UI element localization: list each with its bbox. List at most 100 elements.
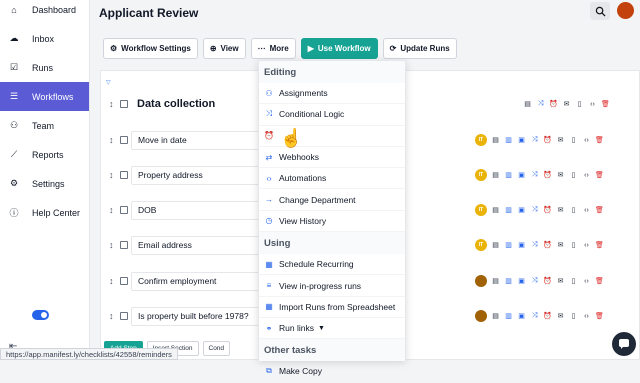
shuffle-icon[interactable]: ⤨ [536, 100, 545, 109]
trash-icon[interactable]: 🗑 [595, 277, 604, 286]
menu-item-schedule-recurring[interactable]: ▦ Schedule Recurring [259, 254, 405, 276]
alarm-icon[interactable]: ⏰ [543, 206, 552, 215]
sidebar-item-runs[interactable]: ☑ Runs [0, 53, 89, 82]
menu-item-webhooks[interactable]: ⇄ Webhooks [259, 147, 405, 169]
step-checkbox[interactable] [120, 206, 128, 214]
chart-icon[interactable]: ▥ [504, 206, 513, 215]
section-title[interactable]: Data collection [131, 95, 261, 114]
chart-icon[interactable]: ▥ [504, 171, 513, 180]
mail-icon[interactable]: ✉ [556, 136, 565, 145]
alarm-icon[interactable]: ⏰ [543, 277, 552, 286]
file-icon[interactable]: ▯ [569, 277, 578, 286]
menu-item-automations[interactable]: ‹› Automations [259, 168, 405, 190]
sidebar-item-inbox[interactable]: ☁ Inbox [0, 24, 89, 53]
assignee-avatar[interactable] [475, 310, 487, 322]
mail-icon[interactable]: ✉ [556, 241, 565, 250]
trash-icon[interactable]: 🗑 [595, 241, 604, 250]
sidebar-item-reports[interactable]: ⟋ Reports [0, 140, 89, 169]
shuffle-icon[interactable]: ⤨ [530, 171, 539, 180]
search-button[interactable] [590, 2, 610, 20]
code-icon[interactable]: ‹› [582, 241, 591, 250]
mail-icon[interactable]: ✉ [556, 171, 565, 180]
update-runs-button[interactable]: ⟳ Update Runs [382, 38, 457, 59]
chart-icon[interactable]: ▥ [504, 312, 513, 321]
image-icon[interactable]: ▣ [517, 241, 526, 250]
document-icon[interactable]: ▤ [491, 136, 500, 145]
trash-icon[interactable]: 🗑 [601, 100, 610, 109]
document-icon[interactable]: ▤ [491, 171, 500, 180]
mail-icon[interactable]: ✉ [556, 277, 565, 286]
mail-icon[interactable]: ✉ [556, 312, 565, 321]
trash-icon[interactable]: 🗑 [595, 206, 604, 215]
image-icon[interactable]: ▣ [517, 277, 526, 286]
mail-icon[interactable]: ✉ [562, 100, 571, 109]
file-icon[interactable]: ▯ [569, 241, 578, 250]
file-icon[interactable]: ▯ [569, 136, 578, 145]
code-icon[interactable]: ‹› [582, 312, 591, 321]
alarm-icon[interactable]: ⏰ [549, 100, 558, 109]
file-icon[interactable]: ▯ [569, 206, 578, 215]
trash-icon[interactable]: 🗑 [595, 312, 604, 321]
step-checkbox[interactable] [120, 171, 128, 179]
step-title[interactable]: Confirm employment [131, 271, 261, 291]
step-title[interactable]: Move in date [131, 130, 261, 150]
sidebar-item-team[interactable]: ⚇ Team [0, 111, 89, 140]
drag-handle-icon[interactable]: ↕ [109, 240, 114, 250]
shuffle-icon[interactable]: ⤨ [530, 277, 539, 286]
more-button[interactable]: ⋯ More [250, 38, 296, 59]
file-icon[interactable]: ▯ [569, 171, 578, 180]
view-button[interactable]: ⊕ View [202, 38, 246, 59]
menu-item-view-history[interactable]: ◷ View History [259, 211, 405, 233]
document-icon[interactable]: ▤ [491, 312, 500, 321]
alarm-icon[interactable]: ⏰ [543, 241, 552, 250]
menu-item-import-runs[interactable]: ▦ Import Runs from Spreadsheet [259, 297, 405, 318]
document-icon[interactable]: ▤ [523, 100, 532, 109]
step-title[interactable]: DOB [131, 200, 261, 220]
image-icon[interactable]: ▣ [517, 136, 526, 145]
sidebar-item-workflows[interactable]: ☰ Workflows [0, 82, 89, 111]
sidebar-item-dashboard[interactable]: ⌂ Dashboard [0, 0, 89, 24]
sidebar-item-settings[interactable]: ⚙ Settings [0, 169, 89, 198]
trash-icon[interactable]: 🗑 [595, 171, 604, 180]
drag-handle-icon[interactable]: ↕ [109, 311, 114, 321]
shuffle-icon[interactable]: ⤨ [530, 136, 539, 145]
use-workflow-button[interactable]: ▶ Use Workflow [300, 38, 378, 59]
alarm-icon[interactable]: ⏰ [543, 136, 552, 145]
menu-item-make-copy[interactable]: ⧉ Make Copy [259, 361, 405, 383]
assignee-badge[interactable]: IT [475, 134, 487, 146]
document-icon[interactable]: ▤ [491, 241, 500, 250]
drag-handle-icon[interactable]: ↕ [109, 170, 114, 180]
file-icon[interactable]: ▯ [575, 100, 584, 109]
drag-handle-icon[interactable]: ↕ [109, 205, 114, 215]
drag-handle-icon[interactable]: ↕ [109, 135, 114, 145]
assignee-badge[interactable]: IT [475, 239, 487, 251]
menu-item-run-links[interactable]: ⚭ Run links ▼ [259, 318, 405, 340]
file-icon[interactable]: ▯ [569, 312, 578, 321]
code-icon[interactable]: ‹› [582, 277, 591, 286]
menu-item-assignments[interactable]: ⚇ Assignments [259, 83, 405, 105]
step-checkbox[interactable] [120, 312, 128, 320]
drag-handle-icon[interactable]: ↕ [109, 276, 114, 286]
chart-icon[interactable]: ▥ [504, 136, 513, 145]
assignee-badge[interactable]: IT [475, 169, 487, 181]
code-icon[interactable]: ‹› [582, 136, 591, 145]
chat-button[interactable] [612, 332, 636, 356]
menu-item-change-department[interactable]: → Change Department [259, 189, 405, 211]
code-icon[interactable]: ‹› [582, 206, 591, 215]
sidebar-item-help-center[interactable]: ⓘ Help Center [0, 198, 89, 227]
shuffle-icon[interactable]: ⤨ [530, 206, 539, 215]
menu-item-view-in-progress-runs[interactable]: ≡ View in-progress runs [259, 275, 405, 297]
step-checkbox[interactable] [120, 277, 128, 285]
expand-icon[interactable]: ▽ [106, 79, 111, 86]
image-icon[interactable]: ▣ [517, 312, 526, 321]
menu-item-conditional-logic[interactable]: ⤨ Conditional Logic [259, 104, 405, 126]
step-title[interactable]: Email address [131, 235, 261, 255]
theme-toggle[interactable] [32, 310, 49, 320]
code-icon[interactable]: ‹› [588, 100, 597, 109]
avatar[interactable] [617, 2, 634, 19]
drag-handle-icon[interactable]: ↕ [109, 99, 114, 109]
step-title[interactable]: Property address [131, 165, 261, 185]
assignee-badge[interactable]: IT [475, 204, 487, 216]
conditions-button[interactable]: Cond [202, 341, 231, 356]
image-icon[interactable]: ▣ [517, 171, 526, 180]
